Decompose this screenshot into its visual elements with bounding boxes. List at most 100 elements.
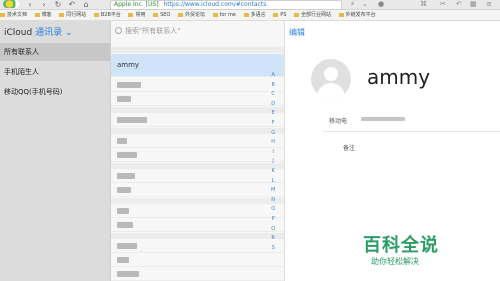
section-header <box>111 128 284 134</box>
index-letter[interactable]: R <box>271 234 275 244</box>
bookmark-item[interactable]: PS <box>273 10 286 20</box>
index-letter[interactable]: H <box>271 138 275 148</box>
blurred-name <box>117 96 131 102</box>
screenshot-icon[interactable]: ✂ <box>440 0 446 9</box>
index-letter[interactable]: P <box>271 215 275 225</box>
index-letter[interactable]: N <box>271 196 275 206</box>
section-header <box>111 233 284 239</box>
menu-icon[interactable]: ≡ <box>486 0 492 9</box>
blurred-name <box>117 271 139 277</box>
blurred-name <box>117 243 137 249</box>
contact-row[interactable] <box>111 205 284 218</box>
bookmark-item[interactable]: 全部行业网站 <box>293 10 331 20</box>
bookmark-item[interactable]: for me <box>212 10 236 20</box>
phone-label: 移动电 <box>329 118 348 125</box>
bookmark-item[interactable]: 技术文档 <box>0 10 27 20</box>
search-icon <box>115 27 122 34</box>
index-letter[interactable]: D <box>271 100 275 110</box>
bookmark-label: 博客 <box>41 12 52 18</box>
index-letter[interactable]: S <box>271 244 275 254</box>
group-label: 手机陌生人 <box>4 68 39 76</box>
contact-row[interactable] <box>111 254 284 267</box>
contact-name: ammy <box>117 61 140 69</box>
contact-row[interactable] <box>111 268 284 281</box>
folder-icon <box>243 12 249 17</box>
folder-icon <box>293 12 299 17</box>
address-bar[interactable]: Apple Inc. [US] https://www.icloud.com/#… <box>110 0 342 10</box>
undo-icon[interactable]: ↶ <box>66 0 78 9</box>
blurred-name <box>117 138 127 144</box>
edit-button[interactable]: 编辑 <box>289 27 305 38</box>
contact-detail: 编辑 ammy 移动电 备注 百科全说 助你轻松解决 <box>285 21 500 281</box>
bookmark-label: 外链发布平台 <box>345 12 376 18</box>
index-letter[interactable]: E <box>271 109 275 119</box>
back-icon[interactable]: ‹ <box>24 0 36 9</box>
index-letter[interactable]: B <box>271 81 275 91</box>
grid-icon[interactable]: ▦ <box>470 0 477 9</box>
bookmark-item[interactable]: SEO <box>153 10 170 20</box>
blurred-name <box>117 208 129 214</box>
index-letter[interactable]: M <box>271 186 275 196</box>
bookmark-item[interactable]: 博客 <box>34 10 52 20</box>
bookmark-item[interactable]: B2B平台 <box>93 10 121 20</box>
lightning-icon[interactable]: ⚡ <box>350 0 355 9</box>
index-letter[interactable]: F <box>271 119 275 129</box>
index-letter[interactable]: I <box>271 148 275 158</box>
index-letter[interactable]: Q <box>271 225 275 235</box>
search-input[interactable]: 搜索"所有联系人" <box>115 26 180 36</box>
bookmark-item[interactable]: 外贸论坛 <box>177 10 205 20</box>
bookmark-label: B2B平台 <box>100 12 121 18</box>
refresh-icon[interactable]: ↻ <box>52 0 64 9</box>
index-letter[interactable]: O <box>271 205 275 215</box>
undo-browser-icon[interactable]: ↶ <box>456 0 462 9</box>
contact-name-heading: ammy <box>367 65 431 89</box>
group-label: 移动QQ(手机号码) <box>4 88 63 96</box>
blurred-name <box>117 222 133 228</box>
avatar-body <box>317 83 345 99</box>
section-header <box>111 107 284 113</box>
index-letter[interactable]: J <box>271 157 275 167</box>
index-letter[interactable]: G <box>271 129 275 139</box>
index-letter[interactable]: C <box>271 90 275 100</box>
folder-icon <box>212 12 218 17</box>
contact-row[interactable] <box>111 184 284 197</box>
bookmark-label: for me <box>219 12 236 18</box>
blurred-name <box>117 173 135 179</box>
bookmark-item[interactable]: 常用 <box>128 10 145 20</box>
bookmark-item[interactable]: 同行网站 <box>59 10 86 20</box>
contact-row[interactable] <box>111 240 284 253</box>
search-engine-icon[interactable]: ● <box>378 0 384 9</box>
contact-row[interactable] <box>111 114 284 127</box>
contact-row[interactable] <box>111 79 284 92</box>
folder-icon <box>128 12 134 17</box>
folder-icon <box>177 12 183 17</box>
watermark-title: 百科全说 <box>363 235 439 256</box>
extension-icon[interactable]: ⌘ <box>420 0 427 9</box>
index-letter[interactable]: K <box>271 167 275 177</box>
index-letter[interactable]: A <box>271 71 275 81</box>
contact-row[interactable] <box>111 219 284 232</box>
blurred-name <box>117 82 141 88</box>
section-header <box>111 163 284 169</box>
group-phone-strangers[interactable]: 手机陌生人 <box>0 63 110 81</box>
home-icon[interactable]: ⌂ <box>80 0 92 9</box>
groups-sidebar: iCloud 通讯录 ⌄ 所有联系人 手机陌生人 移动QQ(手机号码) <box>0 21 111 281</box>
contact-row-selected[interactable]: ammy <box>111 54 284 77</box>
contact-row[interactable] <box>111 149 284 162</box>
dropdown-icon[interactable]: ⌄ <box>362 0 368 9</box>
alphabet-index[interactable]: A B C D E F G H I J K L M N O P Q R S <box>271 71 275 253</box>
chevron-down-icon: ⌄ <box>64 28 73 38</box>
bookmark-item[interactable]: 外链发布平台 <box>338 10 376 20</box>
forward-icon[interactable]: › <box>38 0 50 9</box>
bookmark-item[interactable]: 多语言 <box>243 10 266 20</box>
contact-row[interactable] <box>111 93 284 106</box>
app-brand[interactable]: iCloud 通讯录 ⌄ <box>4 25 73 38</box>
index-letter[interactable]: L <box>271 177 275 187</box>
group-mobile-qq[interactable]: 移动QQ(手机号码) <box>0 83 110 101</box>
contacts-list: 搜索"所有联系人" ammy A B C D E F G H I J K L M… <box>111 21 285 281</box>
contact-row[interactable] <box>111 135 284 148</box>
search-placeholder: 搜索"所有联系人" <box>125 27 181 35</box>
folder-icon <box>34 12 40 17</box>
group-all-contacts[interactable]: 所有联系人 <box>0 43 110 61</box>
contact-row[interactable] <box>111 170 284 183</box>
